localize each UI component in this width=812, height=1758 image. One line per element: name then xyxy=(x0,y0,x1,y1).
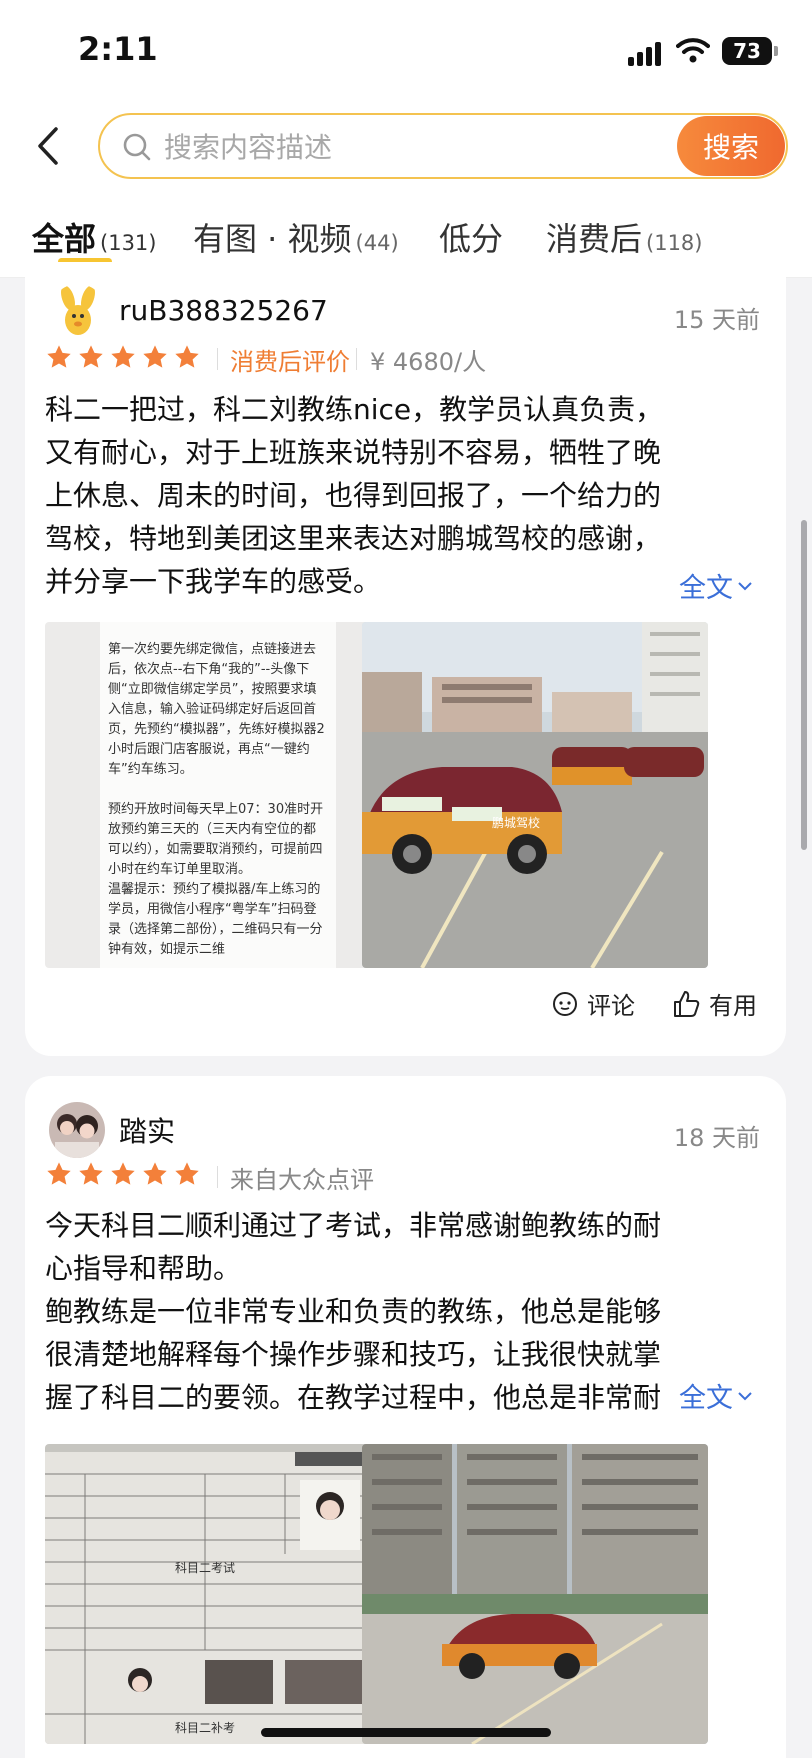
home-indicator[interactable] xyxy=(261,1728,551,1737)
review-photo[interactable] xyxy=(362,1444,708,1744)
driving-school-lot-photo: 鹏城驾校 xyxy=(362,622,708,968)
star-icon xyxy=(175,345,199,368)
comment-label: 评论 xyxy=(587,992,635,1020)
chevron-down-icon xyxy=(738,1391,752,1400)
thumbs-up-icon xyxy=(674,990,700,1017)
tab-count: (118) xyxy=(646,231,703,255)
photo-screenshot-text: 第一次约要先绑定微信，点链接进去后，依次点--右下角“我的”--头像下侧“立即微… xyxy=(100,622,336,968)
review-time: 15 天前 xyxy=(673,306,760,334)
tab-all[interactable]: 全部 (131) xyxy=(32,214,156,260)
star-icon xyxy=(175,1162,199,1185)
user-photo-avatar xyxy=(49,1102,105,1158)
tab-count: (44) xyxy=(355,231,399,255)
more-label: 全文 xyxy=(679,573,733,604)
driving-test-car-photo xyxy=(362,1444,708,1744)
review-text-paragraph: 今天科目二顺利通过了考试，非常感谢鲍教练的耐心指导和帮助。 xyxy=(45,1209,662,1285)
search-icon xyxy=(123,133,151,161)
more-label: 全文 xyxy=(679,1383,733,1414)
doc-title: 科目二考试 xyxy=(175,1560,235,1575)
useful-label: 有用 xyxy=(709,992,757,1020)
star-icon xyxy=(111,345,135,368)
divider xyxy=(217,1166,218,1188)
exam-document-photo: 科目二考试 科目二补考 xyxy=(45,1444,391,1744)
search-input[interactable] xyxy=(164,127,664,167)
rating-stars xyxy=(45,343,201,373)
star-icon xyxy=(79,1162,103,1185)
expand-full-text-link[interactable]: 全文 xyxy=(671,1376,753,1415)
useful-button[interactable]: 有用 xyxy=(671,986,757,1021)
avatar[interactable] xyxy=(49,1102,105,1158)
cellular-signal-icon xyxy=(628,38,664,66)
review-photo[interactable]: 科目二考试 科目二补考 xyxy=(45,1444,391,1744)
tab-low-score[interactable]: 低分 xyxy=(439,214,503,260)
tab-count: (131) xyxy=(100,231,157,255)
wifi-icon xyxy=(676,38,710,63)
expand-full-text-link[interactable]: 全文 xyxy=(671,566,753,605)
status-bar: 2:11 73 xyxy=(0,0,812,100)
star-icon xyxy=(47,1162,71,1185)
search-box[interactable]: 搜索 xyxy=(98,113,788,179)
car-door-text: 鹏城驾校 xyxy=(492,815,540,830)
tab-label: 低分 xyxy=(439,220,504,258)
tab-photo-video[interactable]: 有图 · 视频 (44) xyxy=(193,214,399,260)
search-button[interactable]: 搜索 xyxy=(677,116,785,176)
mascot-avatar-icon xyxy=(61,285,95,335)
star-icon xyxy=(47,345,71,368)
search-header: 搜索 xyxy=(0,100,812,192)
rating-stars xyxy=(45,1160,201,1190)
review-source: 来自大众点评 xyxy=(230,1166,374,1194)
review-text: 科二一把过，科二刘教练nice，教学员认真负责，又有耐心，对于上班族来说特别不容… xyxy=(45,393,664,598)
star-icon xyxy=(79,345,103,368)
review-text-paragraph: 鲍教练是一位非常专业和负责的教练，他总是能够很清楚地解释每个操作步骤和技巧，让我… xyxy=(45,1295,662,1414)
review-photo[interactable]: 鹏城驾校 xyxy=(362,622,708,968)
back-button[interactable] xyxy=(28,122,68,170)
review-photo[interactable]: 第一次约要先绑定微信，点链接进去后，依次点--右下角“我的”--头像下侧“立即微… xyxy=(45,622,391,968)
review-card: ruB388325267 15 天前 消费后评价 ¥ 4680/人 科二一把过，… xyxy=(25,262,786,1056)
price-per-person: ¥ 4680/人 xyxy=(370,348,487,376)
battery-level: 73 xyxy=(733,39,761,63)
after-purchase-tag: 消费后评价 xyxy=(230,348,350,376)
tab-after-purchase[interactable]: 消费后 (118) xyxy=(546,214,702,260)
scrollbar[interactable] xyxy=(801,520,807,850)
chevron-down-icon xyxy=(738,581,752,590)
star-icon xyxy=(143,1162,167,1185)
star-icon xyxy=(143,345,167,368)
battery-icon: 73 xyxy=(722,37,778,65)
chevron-left-icon xyxy=(38,127,58,165)
username[interactable]: 踏实 xyxy=(119,1110,175,1150)
divider xyxy=(217,348,218,370)
status-time: 2:11 xyxy=(78,30,158,68)
divider xyxy=(356,348,357,370)
doc-footer: 科目二补考 xyxy=(175,1721,235,1735)
review-card: 踏实 18 天前 来自大众点评 今天科目二顺利通过了考试，非常感谢鲍教练的耐心指… xyxy=(25,1076,786,1758)
star-icon xyxy=(111,1162,135,1185)
avatar[interactable] xyxy=(50,284,106,340)
username[interactable]: ruB388325267 xyxy=(119,294,328,327)
tab-label: 有图 · 视频 xyxy=(193,220,352,258)
comment-icon xyxy=(553,991,577,1016)
review-time: 18 天前 xyxy=(673,1124,760,1152)
comment-button[interactable]: 评论 xyxy=(551,986,635,1021)
tab-label: 全部 xyxy=(32,220,97,258)
tab-label: 消费后 xyxy=(546,220,643,258)
